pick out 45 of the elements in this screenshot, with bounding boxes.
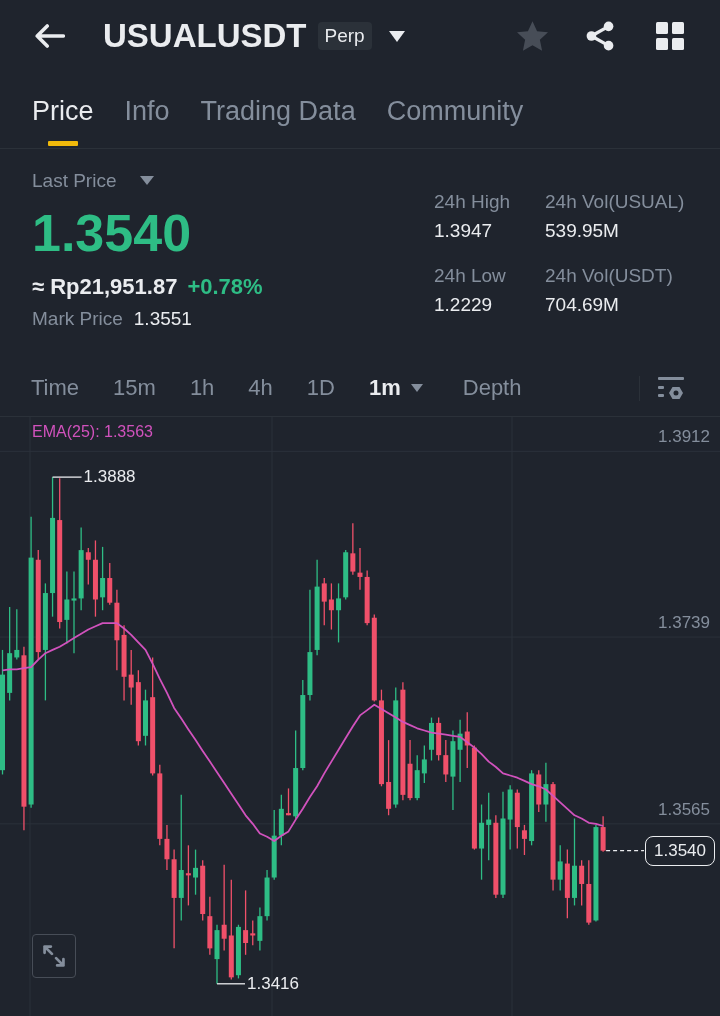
- ema-legend-label: EMA(25): 1.3563: [32, 422, 153, 442]
- last-price-line: [605, 850, 645, 852]
- share-icon[interactable]: [586, 21, 614, 51]
- interval-tab[interactable]: 1D: [306, 374, 335, 402]
- last-price-tag: 1.3540: [645, 835, 715, 866]
- stat-label: 24h Low: [434, 264, 506, 288]
- price-change-percent: +0.78%: [187, 273, 263, 301]
- price-axis-label: 1.3739: [658, 613, 710, 634]
- high-price-label: 1.3888: [83, 467, 136, 488]
- tab[interactable]: Price: [32, 72, 94, 148]
- stat-value: 1.3947: [434, 219, 493, 243]
- interval-tab[interactable]: 4h: [248, 374, 273, 402]
- chart-settings-icon[interactable]: [658, 376, 684, 400]
- stat-value: 704.69M: [545, 293, 619, 317]
- contract-type-badge: Perp: [317, 22, 372, 50]
- back-arrow-icon[interactable]: [35, 24, 65, 48]
- stat-value: 539.95M: [545, 219, 619, 243]
- price-axis-label: 1.3565: [658, 799, 710, 820]
- star-icon[interactable]: [517, 21, 548, 51]
- mark-price-label: Mark Price: [32, 307, 123, 331]
- low-leader-line: [216, 983, 246, 985]
- stat-label: 24h High: [434, 190, 511, 214]
- tab[interactable]: Info: [124, 72, 170, 148]
- interval-tab[interactable]: 15m: [113, 374, 156, 402]
- high-leader-line: [51, 476, 83, 478]
- grid-icon[interactable]: [656, 22, 684, 50]
- stat-value: 1.2229: [434, 293, 493, 317]
- interval-tab[interactable]: Time: [31, 374, 80, 402]
- symbol-title: USUALUSDT: [103, 16, 307, 56]
- fiat-price-value: ≈ Rp21,951.87: [32, 273, 178, 301]
- price-axis-label: 1.3912: [658, 427, 710, 448]
- fullscreen-button[interactable]: [32, 934, 76, 978]
- low-price-label: 1.3416: [247, 973, 299, 994]
- interval-tab[interactable]: Depth: [462, 374, 522, 402]
- tab[interactable]: Trading Data: [200, 72, 356, 148]
- tab[interactable]: Community: [386, 72, 524, 148]
- mark-price-value: 1.3551: [133, 307, 192, 331]
- stat-label: 24h Vol(USUAL): [545, 190, 685, 214]
- interval-tab[interactable]: 1h: [189, 374, 215, 402]
- last-price-label: Last Price: [32, 169, 117, 193]
- last-price-value: 1.3540: [32, 203, 192, 263]
- stat-label: 24h Vol(USDT): [545, 264, 673, 288]
- interval-tab[interactable]: 1m: [368, 374, 429, 402]
- expand-icon: [43, 945, 65, 967]
- caret-icon[interactable]: [388, 30, 405, 42]
